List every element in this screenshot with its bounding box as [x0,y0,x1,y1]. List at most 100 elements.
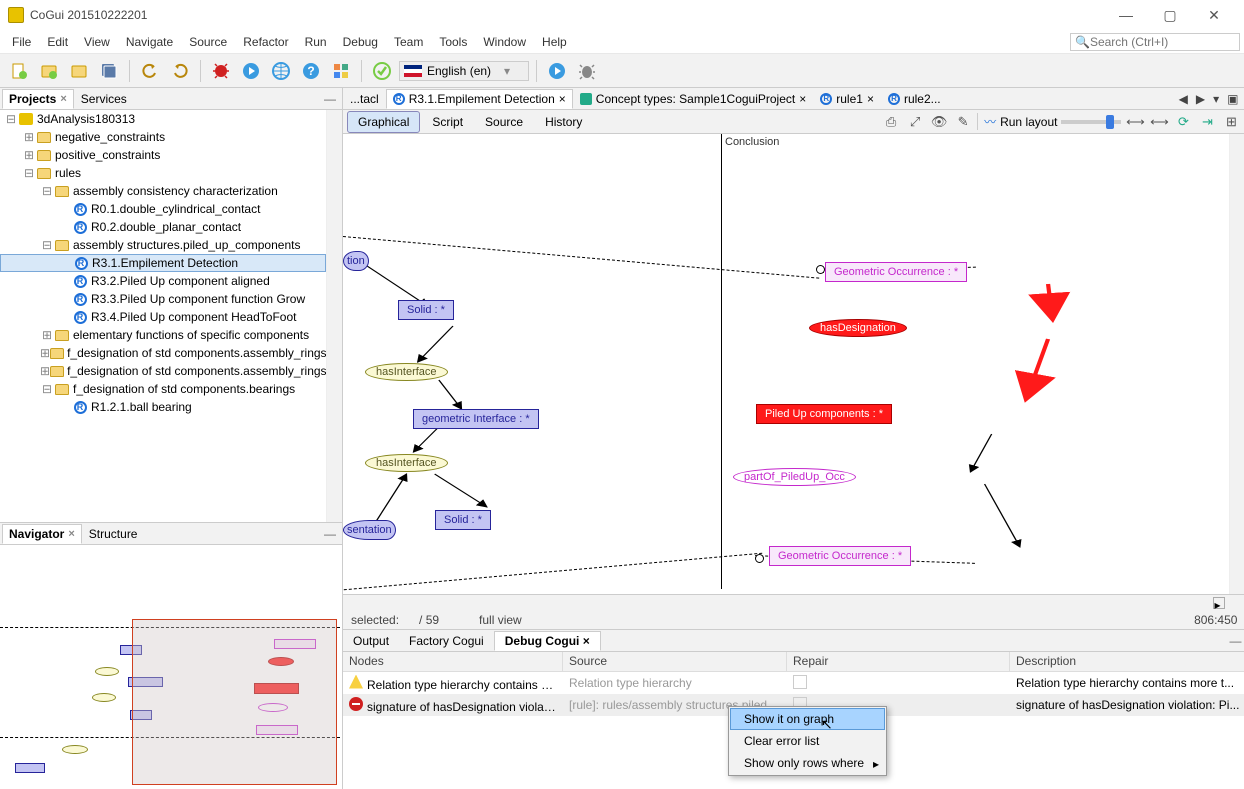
run-play-button[interactable] [238,58,264,84]
col-source[interactable]: Source [563,652,787,671]
quick-search[interactable]: 🔍 [1070,33,1240,51]
close-icon[interactable]: × [559,92,566,106]
graph-scrollbar-h[interactable]: ▸ [343,595,1244,611]
minimize-panel-button[interactable]: — [320,92,340,106]
tree-rule[interactable]: RR0.1.double_cylindrical_contact [0,200,326,218]
subtab-source[interactable]: Source [475,112,533,132]
col-repair[interactable]: Repair [787,652,1010,671]
graph-scrollbar-v[interactable] [1229,134,1244,594]
tree-folder[interactable]: ⊞elementary functions of specific compon… [0,326,326,344]
undo-button[interactable] [137,58,163,84]
graph-node-geometric-interface[interactable]: geometric Interface : * [413,409,539,429]
minimize-panel-button[interactable]: — [1225,634,1244,648]
tree-folder[interactable]: ⊞f_designation of std components.assembl… [0,344,326,362]
editor-tab-active[interactable]: RR3.1.Empilement Detection× [386,89,573,109]
maximize-editor-button[interactable]: ▣ [1224,92,1241,106]
tab-structure[interactable]: Structure [82,524,145,544]
language-selector[interactable]: English (en) ▾ [399,61,529,81]
help-button[interactable]: ? [298,58,324,84]
menu-run[interactable]: Run [297,32,335,52]
menu-window[interactable]: Window [475,32,534,52]
editor-tab[interactable]: Rrule2... [881,89,948,109]
tab-factory[interactable]: Factory Cogui [399,632,494,650]
tab-navigator[interactable]: Navigator× [2,524,82,544]
editor-tab[interactable]: Concept types: Sample1CoguiProject× [573,89,813,109]
close-icon[interactable]: × [799,92,806,106]
debug-button[interactable] [208,58,234,84]
align-button[interactable]: ⇥ [1197,112,1217,132]
close-icon[interactable]: × [867,92,874,106]
subtab-history[interactable]: History [535,112,592,132]
graph-node-hasinterface[interactable]: hasInterface [365,454,448,472]
menu-edit[interactable]: Edit [39,32,76,52]
tree-folder[interactable]: ⊞negative_constraints [0,128,326,146]
zoom-button[interactable]: ⤢ [905,112,925,132]
graph-node-hasinterface[interactable]: hasInterface [365,363,448,381]
graph-node-hasdesignation[interactable]: hasDesignation [809,319,907,337]
close-icon[interactable]: × [60,93,66,105]
tab-services[interactable]: Services [74,89,134,109]
ctx-filter-rows[interactable]: Show only rows where▸ [730,752,885,774]
editor-tab[interactable]: Rrule1× [813,89,881,109]
graph-node-fragment[interactable]: sentation [343,520,396,540]
minimize-panel-button[interactable]: — [320,527,340,541]
ctx-clear-errors[interactable]: Clear error list [730,730,885,752]
search-input[interactable] [1090,35,1235,49]
tree-rule[interactable]: RR1.2.1.ball bearing [0,398,326,416]
globe-button[interactable] [268,58,294,84]
menu-tools[interactable]: Tools [431,32,475,52]
graph-node-partof[interactable]: partOf_PiledUp_Occ [733,468,856,486]
tab-prev-button[interactable]: ◀ [1176,92,1191,106]
zoom-slider[interactable] [1061,120,1121,124]
fit-height-button[interactable]: ⟷ [1149,112,1169,132]
tree-folder-rules[interactable]: ⊟rules [0,164,326,182]
subtab-graphical[interactable]: Graphical [347,111,420,133]
tree-scrollbar[interactable] [326,110,342,522]
new-project-button[interactable] [36,58,62,84]
menu-navigate[interactable]: Navigate [118,32,181,52]
tree-rule[interactable]: RR3.3.Piled Up component function Grow [0,290,326,308]
menu-view[interactable]: View [76,32,118,52]
close-icon[interactable]: × [583,634,590,648]
graph-node-solid[interactable]: Solid : * [435,510,491,530]
check-button[interactable] [369,58,395,84]
close-icon[interactable]: × [68,528,74,540]
ctx-show-on-graph[interactable]: Show it on graph [730,708,885,730]
eye-button[interactable]: 👁 [929,112,949,132]
tab-debug-cogui[interactable]: Debug Cogui × [494,631,601,651]
camera-button[interactable]: ⎙ [881,112,901,132]
new-file-button[interactable] [6,58,32,84]
tree-folder[interactable]: ⊞f_designation of std components.assembl… [0,362,326,380]
table-row[interactable]: Relation type hierarchy contains more th… [343,672,1244,694]
graph-node-piledup[interactable]: Piled Up components : * [756,404,892,424]
menu-debug[interactable]: Debug [335,32,386,52]
graph-node-geometric-occurrence[interactable]: Geometric Occurrence : * [769,546,911,566]
graph-node-geometric-occurrence[interactable]: Geometric Occurrence : * [825,262,967,282]
tree-rule[interactable]: RR3.4.Piled Up component HeadToFoot [0,308,326,326]
editor-tab[interactable]: ...tacl [343,89,386,109]
refresh-button[interactable]: ⟳ [1173,112,1193,132]
save-all-button[interactable] [96,58,122,84]
grid-button[interactable]: ⊞ [1221,112,1241,132]
fit-width-button[interactable]: ⟷ [1125,112,1145,132]
redo-button[interactable] [167,58,193,84]
tab-next-button[interactable]: ▶ [1193,92,1208,106]
close-button[interactable]: ✕ [1192,1,1236,29]
run-layout-button[interactable]: Run layout [1000,115,1057,129]
edit-button[interactable]: ✎ [953,112,973,132]
menu-help[interactable]: Help [534,32,575,52]
bug-button[interactable] [574,58,600,84]
graph-editor-canvas[interactable]: Conclusion [343,134,1244,595]
blocks-button[interactable] [328,58,354,84]
navigator-minimap[interactable] [0,545,342,789]
tree-folder[interactable]: ⊟assembly consistency characterization [0,182,326,200]
maximize-button[interactable]: ▢ [1148,1,1192,29]
tab-projects[interactable]: Projects× [2,89,74,109]
col-nodes[interactable]: Nodes [343,652,563,671]
tree-folder[interactable]: ⊟f_designation of std components.bearing… [0,380,326,398]
subtab-script[interactable]: Script [422,112,473,132]
tree-folder[interactable]: ⊟assembly structures.piled_up_components [0,236,326,254]
tree-root[interactable]: ⊟3dAnalysis180313 [0,110,326,128]
open-button[interactable] [66,58,92,84]
menu-source[interactable]: Source [181,32,235,52]
